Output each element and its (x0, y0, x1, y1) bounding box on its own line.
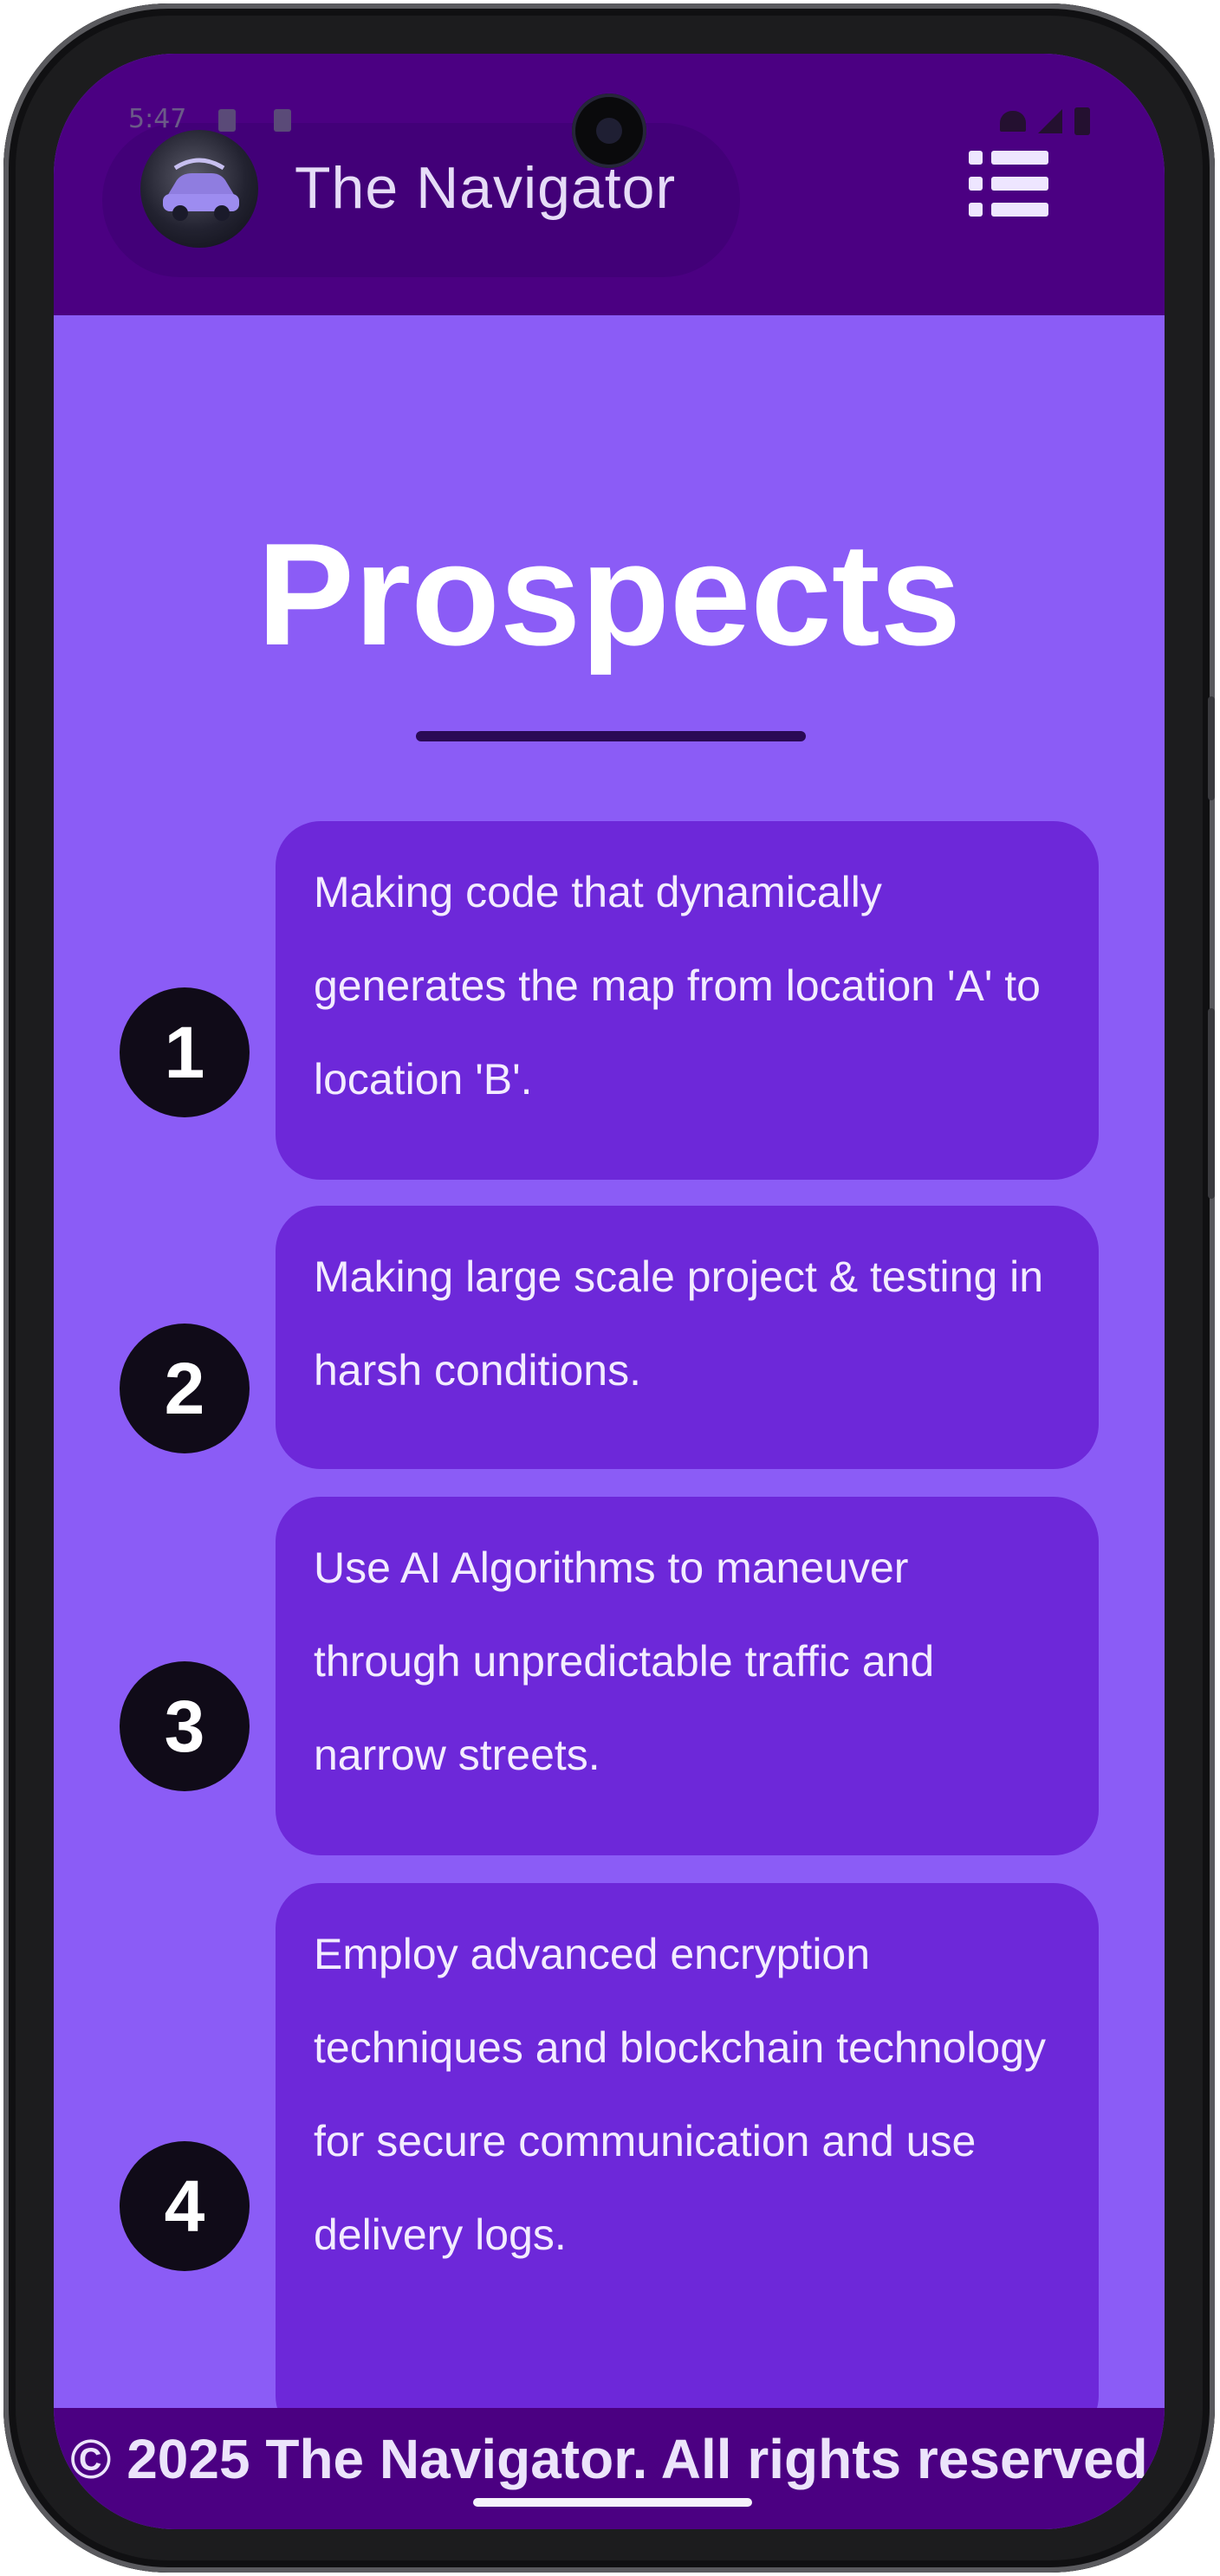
prospect-number-2: 2 (120, 1324, 250, 1453)
power-button (1208, 1008, 1215, 1199)
copyright-text: © 2025 The Navigator. All rights reserve… (70, 2428, 1148, 2490)
signal-icon (1038, 109, 1062, 133)
prospect-number-4: 4 (120, 2141, 250, 2271)
wifi-icon (1000, 111, 1026, 132)
status-time: 5:47 (128, 104, 187, 134)
status-bar: 5:47 (54, 54, 1165, 168)
home-indicator[interactable] (473, 2498, 752, 2507)
prospect-card-3: Use AI Algorithms to maneuver through un… (276, 1497, 1099, 1855)
battery-icon (1074, 107, 1090, 135)
site-footer: © 2025 The Navigator. All rights reserve… (54, 2408, 1165, 2529)
title-underline (416, 731, 806, 741)
phone-frame: The Navigator 5:47 Prospects 1 Making co… (3, 3, 1215, 2573)
prospect-text-2: Making large scale project & testing in … (314, 1252, 1044, 1395)
prospect-text-1: Making code that dynamically generates t… (314, 868, 1041, 1104)
front-camera (572, 94, 646, 168)
car-logo-icon[interactable] (140, 130, 258, 248)
prospect-number-3: 3 (120, 1661, 250, 1791)
notification-icon (274, 109, 291, 132)
page-title: Prospects (256, 513, 962, 676)
prospect-number-1: 1 (120, 987, 250, 1117)
prospect-text-3: Use AI Algorithms to maneuver through un… (314, 1544, 935, 1779)
prospect-card-1: Making code that dynamically generates t… (276, 821, 1099, 1180)
list-menu-icon[interactable] (969, 151, 1048, 217)
sd-card-icon (218, 109, 236, 132)
volume-button (1208, 696, 1215, 800)
screen: The Navigator 5:47 Prospects 1 Making co… (54, 54, 1165, 2529)
prospect-text-4: Employ advanced encryption techniques an… (314, 1930, 1047, 2259)
prospect-card-4: Employ advanced encryption techniques an… (276, 1883, 1099, 2441)
prospect-card-2: Making large scale project & testing in … (276, 1206, 1099, 1469)
